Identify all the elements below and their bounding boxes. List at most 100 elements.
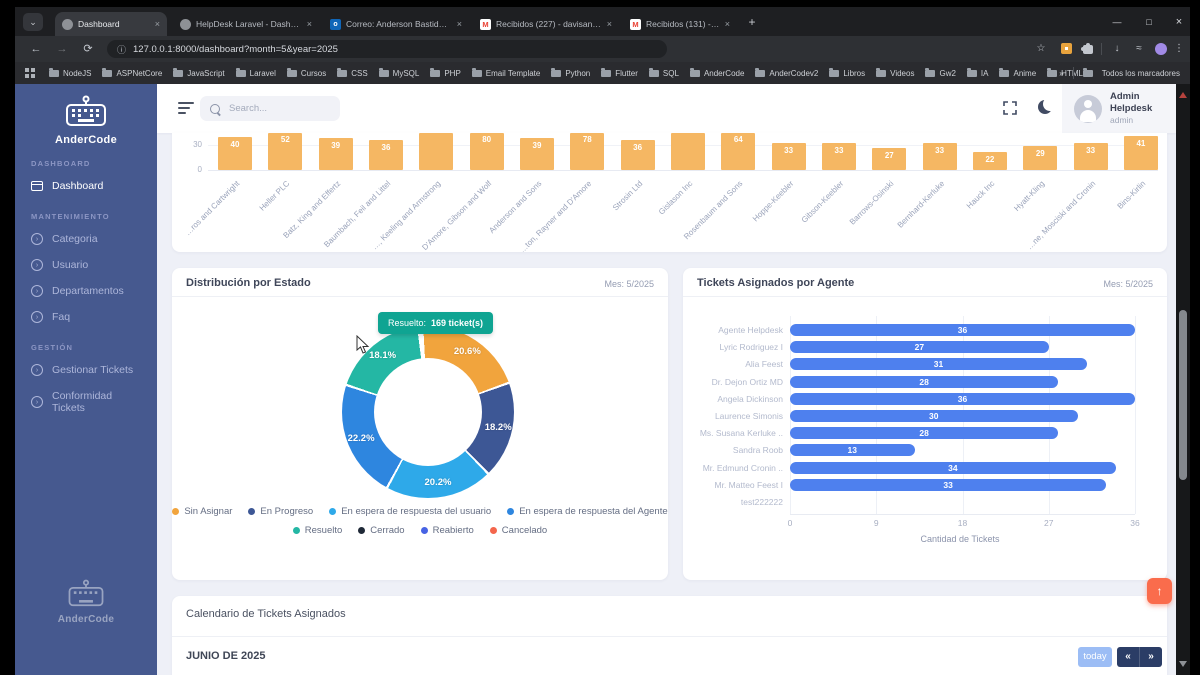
folder-icon <box>925 70 935 77</box>
bookmark-item[interactable]: SQL <box>649 69 679 78</box>
bookmark-item[interactable]: IA <box>967 69 989 78</box>
window-maximize-button[interactable]: □ <box>1136 14 1162 30</box>
donut-hole <box>374 358 482 466</box>
folder-icon <box>173 70 183 77</box>
downloads-icon[interactable]: ↓ <box>1109 41 1125 57</box>
folder-icon <box>649 70 659 77</box>
user-menu[interactable]: Admin Helpdesk admin <box>1062 84 1176 133</box>
sidebar-item-categoria[interactable]: ›Categoria <box>15 226 157 252</box>
browser-tab[interactable]: MRecibidos (227) - davisanderso..× <box>473 12 619 36</box>
bookmark-item[interactable]: JavaScript <box>173 69 224 78</box>
address-bar[interactable]: ⓘ 127.0.0.1:8000/dashboard?month=5&year=… <box>107 40 667 58</box>
agent-label: Alia Feest <box>683 357 783 371</box>
search-box[interactable] <box>200 96 340 121</box>
search-input[interactable] <box>227 102 331 115</box>
bookmark-item[interactable]: Cursos <box>287 69 326 78</box>
scrollbar-down-arrow-icon[interactable] <box>1179 661 1187 667</box>
sidebar-item-gestionar-tickets[interactable]: ›Gestionar Tickets <box>15 357 157 383</box>
browser-tab[interactable]: MRecibidos (131) - andercode87..× <box>623 12 737 36</box>
bookmark-label: AnderCode <box>704 69 744 78</box>
sidebar-item-faq[interactable]: ›Faq <box>15 304 157 330</box>
bookmark-item[interactable]: AnderCodev2 <box>755 69 818 78</box>
browser-tab[interactable]: HelpDesk Laravel - Dashboard × <box>173 12 319 36</box>
new-tab-button[interactable]: + <box>743 14 761 32</box>
sidebar-section-header: DASHBOARD <box>15 146 157 173</box>
legend-label: En espera de respuesta del usuario <box>341 506 491 517</box>
legend-label: En espera de respuesta del Agente <box>519 506 667 517</box>
scrollbar-thumb[interactable] <box>1179 310 1187 480</box>
tab-close-icon[interactable]: × <box>155 19 160 29</box>
agent-label: test222222 <box>683 495 783 509</box>
tab-close-icon[interactable]: × <box>607 19 612 29</box>
bookmark-item[interactable]: Gw2 <box>925 69 955 78</box>
tab-search-button[interactable]: ⌄ <box>23 13 43 31</box>
profile-avatar-icon[interactable] <box>1155 43 1167 55</box>
page-scrollbar[interactable] <box>1176 84 1190 675</box>
circle-arrow-icon: › <box>31 259 43 271</box>
bookmark-label: IA <box>981 69 989 78</box>
sidebar-item-dashboard[interactable]: Dashboard <box>15 173 157 199</box>
bookmark-item[interactable]: NodeJS <box>49 69 91 78</box>
bookmark-item[interactable]: Email Template <box>472 69 541 78</box>
tab-close-icon[interactable]: × <box>307 19 312 29</box>
calendar-card: Calendario de Tickets Asignados JUNIO DE… <box>172 596 1167 675</box>
all-bookmarks-label[interactable]: Todos los marcadores <box>1102 69 1180 78</box>
bookmark-item[interactable]: CSS <box>337 69 367 78</box>
bookmark-item[interactable]: ASPNetCore <box>102 69 162 78</box>
back-icon[interactable]: ← <box>27 41 45 57</box>
scroll-top-fab[interactable]: ↑ <box>1147 578 1172 604</box>
bookmark-item[interactable]: Videos <box>876 69 914 78</box>
dark-mode-moon-icon[interactable] <box>1038 100 1052 114</box>
card-divider <box>172 636 1167 637</box>
calendar-today-button[interactable]: today <box>1078 647 1112 667</box>
browser-tab[interactable]: oCorreo: Anderson Bastidas - O..× <box>323 12 469 36</box>
agent-label: Agente Helpdesk <box>683 323 783 337</box>
tab-close-icon[interactable]: × <box>457 19 462 29</box>
bookmark-item[interactable]: Flutter <box>601 69 638 78</box>
agent-label: Lyric Rodriguez I <box>683 340 783 354</box>
extension-orange-icon[interactable] <box>1061 43 1072 54</box>
hamburger-menu-icon[interactable] <box>178 102 196 115</box>
outlook-favicon-icon: o <box>330 19 341 30</box>
tab-close-icon[interactable]: × <box>725 19 730 29</box>
bookmark-item[interactable]: Laravel <box>236 69 276 78</box>
tab-title: HelpDesk Laravel - Dashboard <box>196 19 302 29</box>
brand-name: AnderCode <box>15 134 157 146</box>
company-bar-value: 27 <box>872 151 906 160</box>
x-tick: 9 <box>864 518 888 528</box>
bookmark-item[interactable]: AnderCode <box>690 69 744 78</box>
bookmark-item[interactable]: Anime <box>999 69 1036 78</box>
bookmark-star-icon[interactable]: ☆ <box>1033 41 1049 57</box>
bookmark-item[interactable]: Python <box>551 69 590 78</box>
bookmarks-overflow-chevron[interactable]: » <box>1059 69 1063 78</box>
company-bar-value: 41 <box>1124 139 1158 148</box>
window-close-button[interactable]: × <box>1166 14 1190 30</box>
folder-icon <box>430 70 440 77</box>
vpn-wave-icon[interactable]: ≈ <box>1131 41 1147 57</box>
fullscreen-icon[interactable] <box>1003 101 1017 115</box>
bookmark-item[interactable]: Libros <box>829 69 865 78</box>
extensions-puzzle-icon[interactable] <box>1083 45 1093 54</box>
scrollbar-up-arrow-icon[interactable] <box>1179 92 1187 98</box>
bookmark-item[interactable]: MySQL <box>379 69 420 78</box>
browser-tab[interactable]: Dashboard× <box>55 12 167 36</box>
sidebar-item-usuario[interactable]: ›Usuario <box>15 252 157 278</box>
calendar-next-button[interactable]: » <box>1140 647 1162 667</box>
apps-grid-icon[interactable] <box>25 68 35 78</box>
reload-icon[interactable]: ⟳ <box>79 41 97 57</box>
site-info-icon[interactable]: ⓘ <box>117 43 126 56</box>
circle-arrow-icon: › <box>31 396 43 408</box>
bookmark-label: CSS <box>351 69 367 78</box>
window-minimize-button[interactable]: — <box>1104 14 1130 30</box>
forward-icon[interactable]: → <box>53 41 71 57</box>
bookmark-item[interactable]: PHP <box>430 69 460 78</box>
menu-dots-icon[interactable]: ⋮ <box>1171 41 1187 57</box>
sidebar-item-departamentos[interactable]: ›Departamentos <box>15 278 157 304</box>
agent-label: Angela Dickinson <box>683 392 783 406</box>
calendar-nav-group: « » <box>1117 647 1162 667</box>
calendar-prev-button[interactable]: « <box>1117 647 1140 667</box>
agent-label: Laurence Simonis <box>683 409 783 423</box>
legend-dot <box>358 527 365 534</box>
circle-arrow-icon: › <box>31 285 43 297</box>
sidebar-item-conformidad-tickets[interactable]: ›Conformidad Tickets <box>15 383 157 421</box>
